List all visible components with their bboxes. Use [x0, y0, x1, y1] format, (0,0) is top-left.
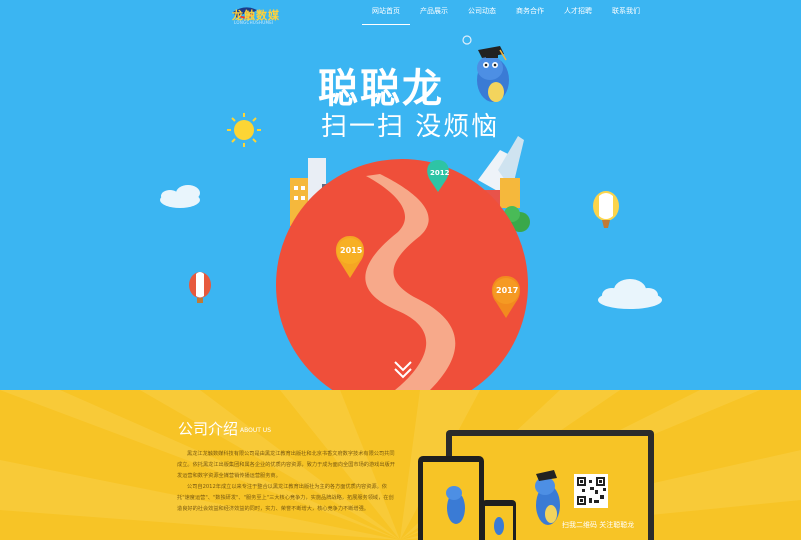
top-nav: 龙触数媒 LONGCHUSHUMEI 网站首页 产品展示 公司动态 商务合作 人…: [0, 0, 801, 25]
nav-item-products[interactable]: 产品展示: [410, 0, 458, 24]
hero-subtitle: 扫一扫 没烦恼: [321, 112, 500, 142]
devices-illustration: [418, 430, 654, 540]
nav-item-news[interactable]: 公司动态: [458, 0, 506, 24]
logo-subtext: LONGCHUSHUMEI: [234, 20, 274, 25]
about-paragraph: 黑龙江龙触数媒科技有限公司是由黑龙江教育出版社和北京书香文府数字技术有限公司共同…: [177, 451, 395, 479]
about-title: 公司介绍: [178, 420, 239, 438]
about-text: 黑龙江龙触数媒科技有限公司是由黑龙江教育出版社和北京书香文府数字技术有限公司共同…: [177, 449, 395, 515]
nav-item-careers[interactable]: 人才招聘: [554, 0, 602, 24]
marker-label-2015: 2015: [340, 246, 363, 255]
nav-item-contact[interactable]: 联系我们: [602, 0, 650, 24]
about-section: 扫我二维码 关注聪聪龙 公司介绍 ABOUT US 黑龙江龙触数媒科技有限公司是…: [0, 390, 801, 540]
about-paragraph: 公司自2012年成立以来专注于整合以黑龙江教育出版社为主的各方面优质内容资源。依…: [177, 484, 394, 512]
hot-air-balloon-icon: [593, 191, 619, 228]
cloud-icon: [598, 279, 662, 309]
hero-banner: 龙触数媒 LONGCHUSHUMEI 网站首页 产品展示 公司动态 商务合作 人…: [0, 0, 801, 390]
main-menu: 网站首页 产品展示 公司动态 商务合作 人才招聘 联系我们: [362, 0, 650, 25]
marker-label-2017: 2017: [496, 286, 519, 295]
marker-label-2012: 2012: [430, 169, 450, 177]
nav-item-home[interactable]: 网站首页: [362, 0, 410, 25]
qr-code-icon: [574, 474, 608, 508]
cloud-icon: [160, 185, 200, 208]
devices-slogan: 扫我二维码 关注聪聪龙: [562, 521, 635, 529]
mascot-dragon-icon: [462, 35, 509, 102]
about-title-en: ABOUT US: [240, 427, 272, 434]
nav-item-business[interactable]: 商务合作: [506, 0, 554, 24]
hot-air-balloon-icon: [189, 272, 211, 303]
sun-icon: [227, 113, 261, 147]
